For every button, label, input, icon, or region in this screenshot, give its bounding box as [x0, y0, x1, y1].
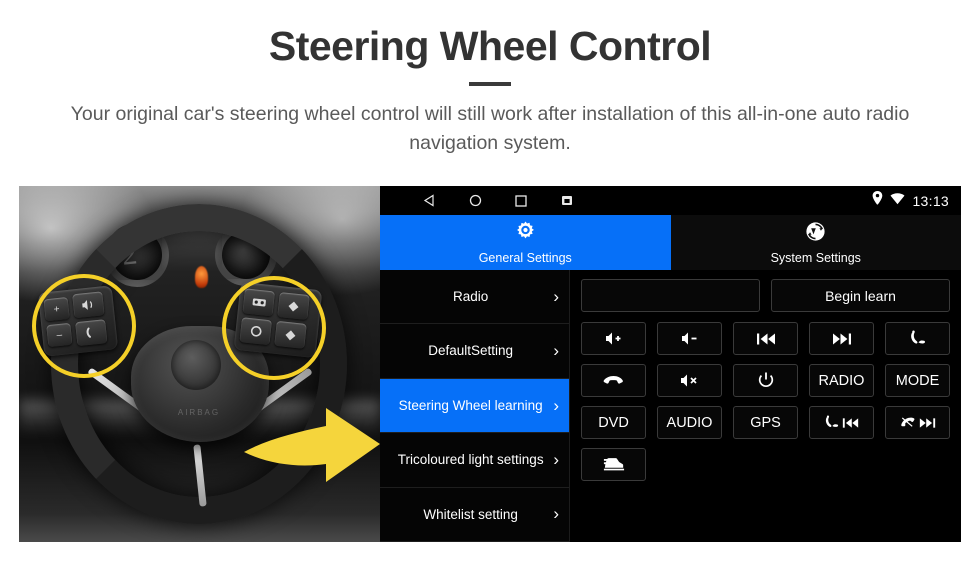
begin-learn-button[interactable]: Begin learn	[771, 279, 950, 312]
gear-icon	[514, 220, 537, 248]
call-hangup-button[interactable]	[581, 364, 646, 397]
next-track-button[interactable]	[809, 322, 874, 355]
airbag-emblem	[171, 340, 221, 390]
back-icon[interactable]	[421, 193, 437, 209]
chevron-right-icon: ›	[553, 449, 559, 469]
call-answer-button[interactable]	[885, 322, 950, 355]
media-strip: 2 AIRBAG + – 13:13 General Settings Syst…	[19, 186, 961, 543]
steering-wheel-learning-panel: Begin learn RADIO MODE DVD AUDIO GPS	[570, 270, 961, 542]
volume-mute-button[interactable]	[657, 364, 722, 397]
mode-button[interactable]: MODE	[885, 364, 950, 397]
status-clock: 13:13	[912, 192, 949, 209]
recents-icon[interactable]	[513, 193, 529, 209]
function-button-grid: RADIO MODE DVD AUDIO GPS	[581, 322, 950, 481]
dvd-button[interactable]: DVD	[581, 406, 646, 439]
vehicle-info-button[interactable]	[581, 448, 646, 481]
chevron-right-icon: ›	[553, 395, 559, 415]
menu-item-steering-wheel-learning[interactable]: Steering Wheel learning ›	[380, 378, 569, 434]
chevron-right-icon: ›	[553, 286, 559, 306]
android-nav-keys	[421, 193, 575, 209]
call-previous-button[interactable]	[809, 406, 874, 439]
highlight-circle-right	[222, 276, 326, 380]
title-divider	[469, 82, 511, 87]
settings-tabs: General Settings System Settings	[380, 215, 961, 270]
menu-item-label: Whitelist setting	[423, 506, 518, 522]
volume-up-button[interactable]	[581, 322, 646, 355]
page-subtitle: Your original car's steering wheel contr…	[70, 103, 910, 155]
tab-general-settings[interactable]: General Settings	[380, 215, 671, 270]
power-button[interactable]	[733, 364, 798, 397]
highlight-circle-left	[32, 274, 136, 378]
audio-button[interactable]: AUDIO	[657, 406, 722, 439]
page-header: Steering Wheel Control Your original car…	[0, 0, 980, 159]
steering-wheel-photo: 2 AIRBAG + –	[19, 186, 380, 542]
screenshot-icon[interactable]	[559, 193, 575, 209]
chevron-right-icon: ›	[553, 504, 559, 524]
home-icon[interactable]	[467, 193, 483, 209]
menu-item-default-setting[interactable]: DefaultSetting ›	[380, 324, 569, 379]
page-title: Steering Wheel Control	[268, 23, 712, 69]
tab-general-settings-label: General Settings	[478, 251, 572, 265]
radio-button[interactable]: RADIO	[809, 364, 874, 397]
android-status-bar: 13:13	[380, 186, 961, 215]
menu-item-label: Radio	[453, 288, 489, 304]
hangup-next-button[interactable]	[885, 406, 950, 439]
menu-item-whitelist-setting[interactable]: Whitelist setting ›	[380, 487, 569, 543]
settings-menu: Radio › DefaultSetting › Steering Wheel …	[380, 270, 570, 543]
settings-body: Radio › DefaultSetting › Steering Wheel …	[380, 270, 961, 543]
page-root: Steering Wheel Control Your original car…	[0, 0, 980, 564]
wifi-icon	[890, 192, 905, 210]
menu-item-tricoloured-light-settings[interactable]: Tricoloured light settings ›	[380, 433, 569, 488]
location-pin-icon	[872, 191, 883, 210]
system-swirl-icon	[804, 220, 827, 248]
learn-controls-row: Begin learn	[581, 279, 950, 312]
learn-input[interactable]	[581, 279, 760, 312]
pointing-arrow-icon	[244, 408, 380, 482]
airbag-label: AIRBAG	[177, 408, 221, 417]
menu-item-label: Tricoloured light settings	[397, 452, 544, 468]
menu-item-radio[interactable]: Radio ›	[380, 270, 569, 325]
chevron-right-icon: ›	[553, 341, 559, 361]
previous-track-button[interactable]	[733, 322, 798, 355]
menu-item-label: DefaultSetting	[428, 343, 514, 359]
tab-system-settings-label: System Settings	[770, 251, 861, 265]
head-unit-screen: 13:13 General Settings System Settings R…	[380, 186, 961, 543]
tab-system-settings[interactable]: System Settings	[670, 215, 961, 270]
status-indicators: 13:13	[872, 186, 949, 215]
gps-button[interactable]: GPS	[733, 406, 798, 439]
volume-down-button[interactable]	[657, 322, 722, 355]
menu-item-label: Steering Wheel learning	[398, 397, 543, 413]
